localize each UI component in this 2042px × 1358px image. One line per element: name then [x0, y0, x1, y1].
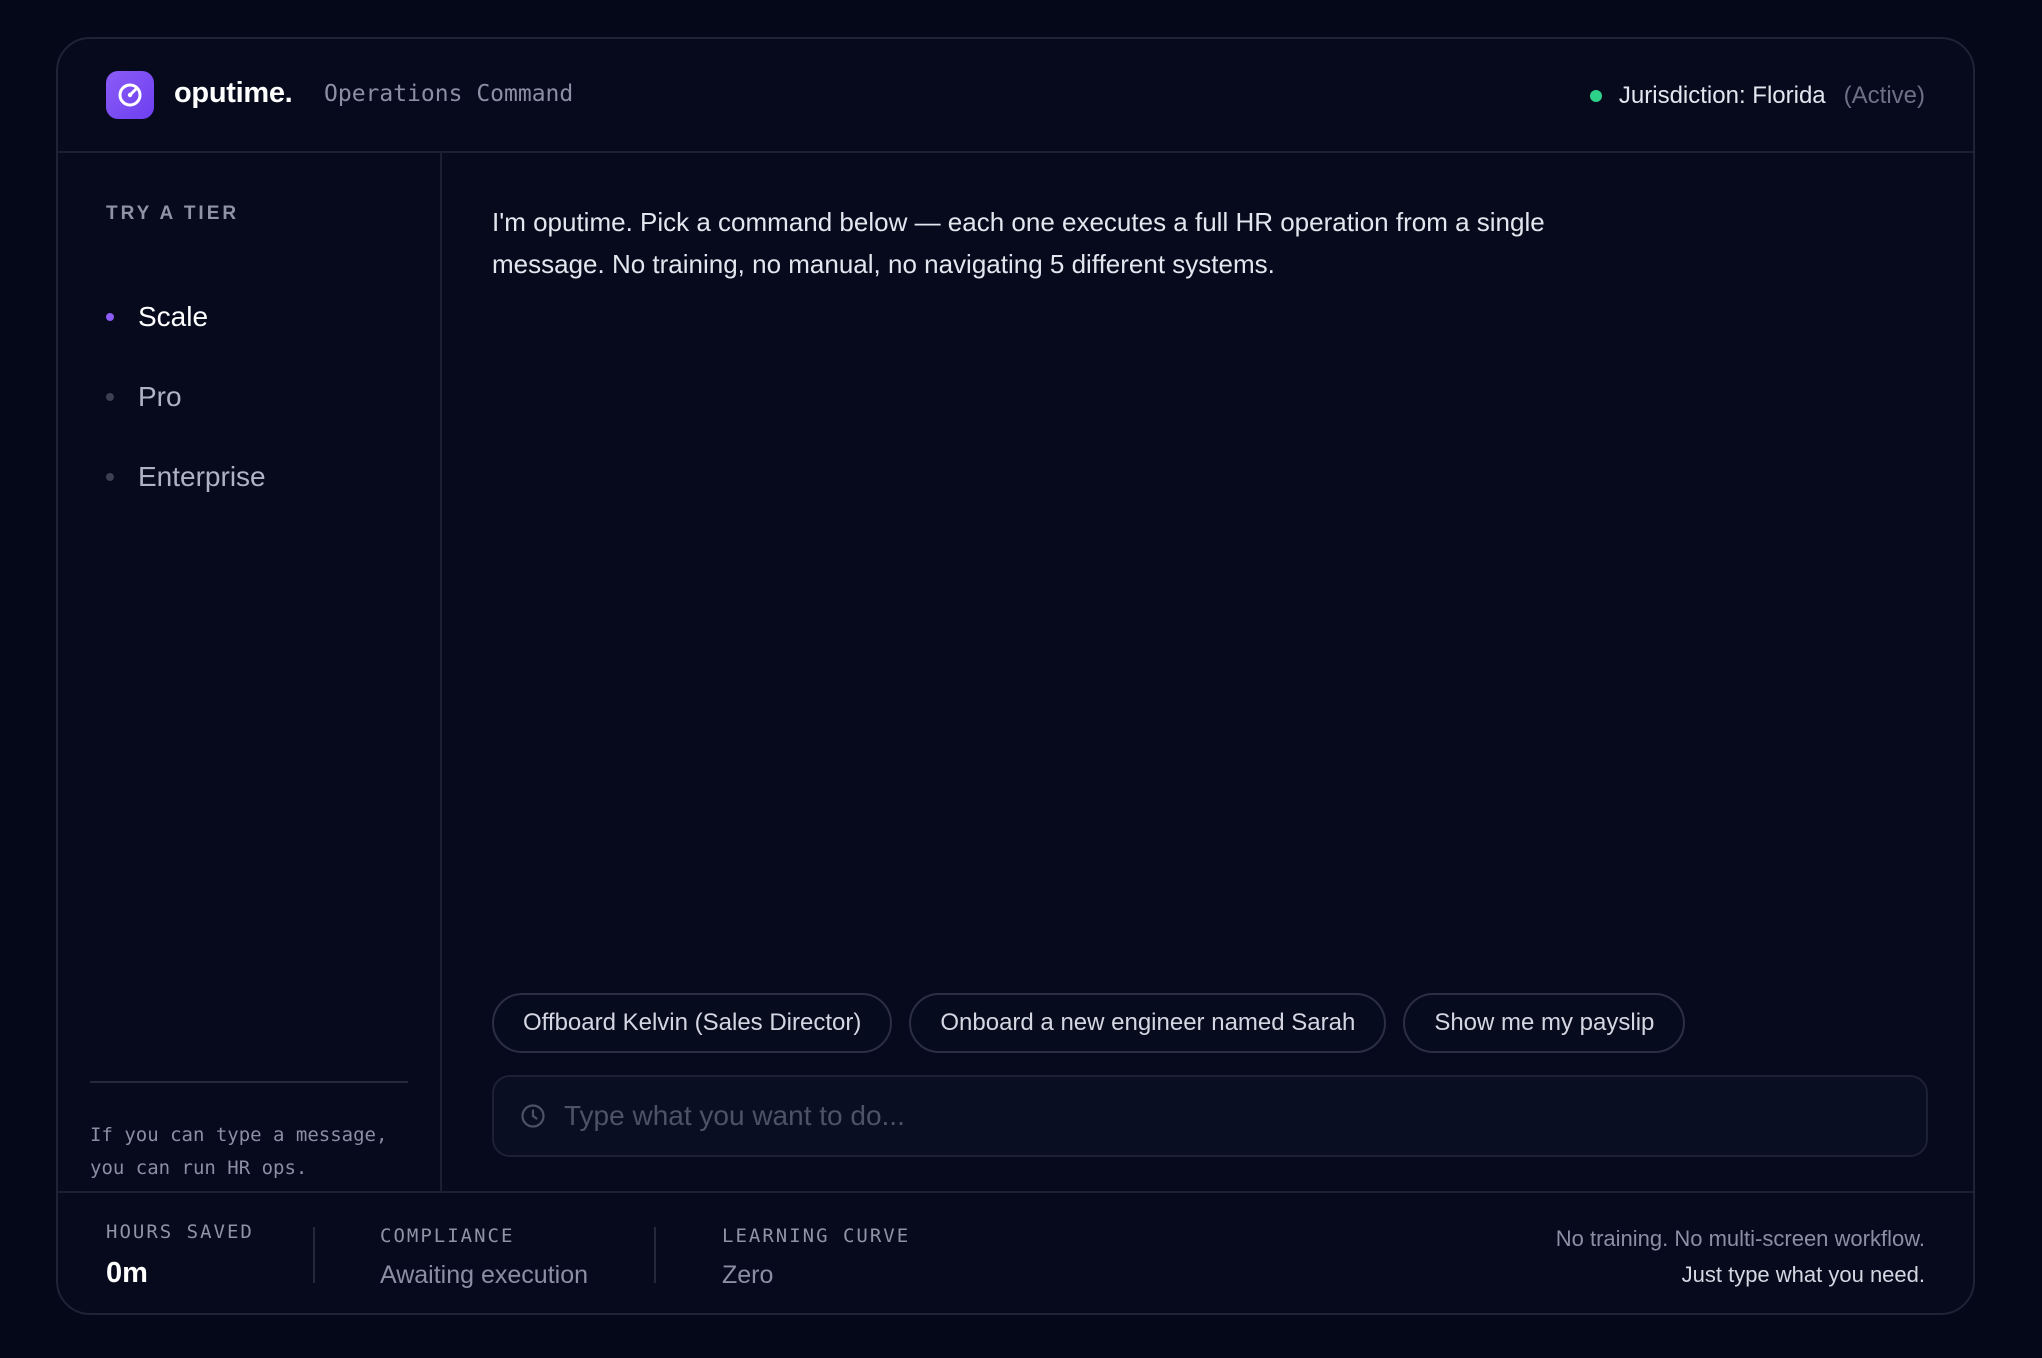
header: oputime. Operations Command Jurisdiction…: [58, 39, 1973, 153]
tier-label: Scale: [138, 301, 209, 332]
suggestion-payslip-button[interactable]: Show me my payslip: [1403, 993, 1686, 1053]
tier-label: Pro: [138, 381, 182, 412]
stat-divider: [313, 1227, 315, 1283]
brand-name: oputime.: [174, 77, 293, 109]
stat-label: HOURS SAVED: [106, 1221, 254, 1243]
bullet-icon: [106, 393, 114, 401]
sidebar-item-enterprise[interactable]: Enterprise: [106, 437, 266, 517]
tier-label: Enterprise: [138, 461, 266, 492]
chat-area: I'm oputime. Pick a command below — each…: [444, 153, 1973, 1191]
sidebar-title: TRY A TIER: [106, 203, 240, 224]
jurisdiction-label: Jurisdiction: Florida: [1618, 82, 1826, 109]
header-subtitle: Operations Command: [324, 81, 574, 107]
app-window: oputime. Operations Command Jurisdiction…: [56, 37, 1975, 1315]
status-dot-icon: [1589, 90, 1602, 102]
command-input[interactable]: [564, 1100, 1926, 1132]
sidebar-item-scale[interactable]: Scale: [106, 277, 266, 357]
sidebar-note: If you can type a message, you can run H…: [90, 1124, 388, 1179]
sidebar: TRY A TIER Scale Pro Enterprise If you c…: [58, 153, 442, 1191]
tier-list: Scale Pro Enterprise: [106, 277, 266, 517]
suggestion-onboard-button[interactable]: Onboard a new engineer named Sarah: [909, 993, 1387, 1053]
stat-label: LEARNING CURVE: [722, 1225, 911, 1247]
tagline-line-2: Just type what you need.: [1681, 1262, 1925, 1287]
assistant-message: I'm oputime. Pick a command below — each…: [492, 207, 1545, 279]
stat-label: COMPLIANCE: [380, 1225, 515, 1247]
suggestion-chips: Offboard Kelvin (Sales Director) Onboard…: [492, 993, 1686, 1053]
footer-tagline: No training. No multi-screen workflow. J…: [1556, 1221, 1925, 1293]
stat-value: 0m: [106, 1257, 148, 1289]
sidebar-divider: [90, 1081, 408, 1083]
bullet-icon: [106, 313, 114, 321]
sidebar-item-pro[interactable]: Pro: [106, 357, 266, 437]
stat-divider: [654, 1227, 656, 1283]
logo-icon[interactable]: [106, 71, 154, 119]
tagline-line-1: No training. No multi-screen workflow.: [1555, 1226, 1925, 1251]
command-input-box[interactable]: [492, 1075, 1928, 1157]
clock-icon: [521, 1104, 545, 1128]
jurisdiction-indicator: Jurisdiction: Florida (Active): [1589, 82, 1925, 110]
jurisdiction-state: (Active): [1843, 82, 1925, 109]
stats-footer: HOURS SAVED 0m COMPLIANCE Awaiting execu…: [58, 1191, 1973, 1313]
bullet-icon: [106, 473, 114, 481]
stat-value: Zero: [722, 1261, 774, 1289]
suggestion-offboard-button[interactable]: Offboard Kelvin (Sales Director): [492, 993, 893, 1053]
stat-value: Awaiting execution: [380, 1261, 589, 1289]
